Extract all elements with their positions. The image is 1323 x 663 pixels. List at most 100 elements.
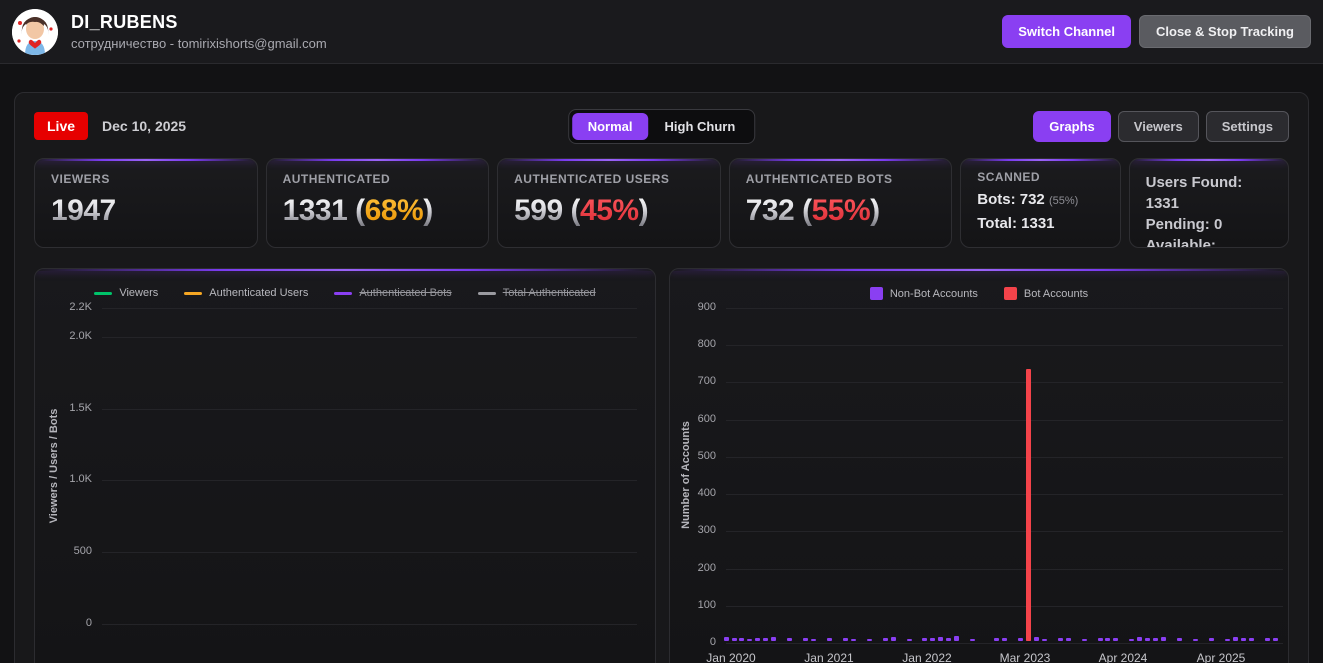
x-axis-tick: Jan 2022 [902, 651, 952, 663]
stat-card: AUTHENTICATED USERS 599 (45%) [497, 158, 721, 248]
quota-lines: Users Found: 1331 Pending: 0 Available: … [1145, 172, 1272, 248]
legend-label: Bot Accounts [1023, 287, 1089, 300]
gridline [726, 531, 1283, 533]
non-bot-bar [755, 637, 761, 641]
non-bot-bar [826, 638, 832, 641]
stat-card-value: 732 (55%) [746, 194, 936, 228]
gridline [102, 336, 637, 338]
non-bot-bar [1129, 638, 1135, 641]
x-axis-tick: Jan 2021 [804, 651, 854, 663]
stat-value-part: ) [638, 194, 649, 227]
non-bot-bar [787, 638, 793, 641]
gridline [726, 382, 1283, 384]
card-glow [1129, 159, 1288, 161]
non-bot-bar [1177, 638, 1183, 641]
stat-card-label: AUTHENTICATED USERS [514, 172, 670, 186]
non-bot-bar [1137, 637, 1143, 641]
x-axis-tick: Mar 2023 [999, 651, 1051, 663]
legend-swatch [94, 291, 113, 295]
legend-swatch [477, 291, 496, 295]
switch-channel-button[interactable]: Switch Channel [1002, 15, 1132, 48]
pending-line: Pending: 0 [1145, 216, 1223, 233]
stat-value-part: ) [870, 194, 880, 227]
quota-card: Users Found: 1331 Pending: 0 Available: … [1128, 158, 1289, 248]
y-axis-tick: 800 [697, 338, 716, 351]
legend-item-non-bot-accounts[interactable]: Non-Bot Accounts [869, 287, 978, 300]
available-label-line: Available: [1145, 237, 1216, 248]
non-bot-bar [1041, 638, 1047, 641]
card-glow [266, 159, 489, 161]
y-axis-tick: 700 [697, 375, 716, 388]
stat-value-part: 1947 [51, 194, 116, 227]
non-bot-bar [1248, 638, 1254, 641]
mode-high-churn-button[interactable]: High Churn [649, 113, 752, 140]
non-bot-bar [1105, 638, 1111, 641]
charts-row: Viewers Authenticated Users Authenticated … [34, 268, 1289, 663]
non-bot-bar [906, 638, 912, 641]
view-switcher: Graphs Viewers Settings [1033, 110, 1289, 142]
legend-item-viewers[interactable]: Viewers [94, 287, 158, 299]
stat-value-part: ) [423, 194, 433, 227]
header-actions: Switch Channel Close & Stop Tracking [1002, 15, 1311, 48]
non-bot-bar [1017, 638, 1023, 641]
non-bot-bar [1224, 638, 1230, 641]
non-bot-bar [731, 638, 737, 641]
bot-bar [1025, 368, 1031, 641]
non-bot-bar [882, 638, 888, 641]
y-axis-tick: 300 [697, 524, 716, 537]
card-glow [729, 159, 952, 161]
legend-label: Viewers [119, 287, 159, 299]
gridline [102, 552, 637, 554]
gridline [726, 643, 1283, 644]
x-axis-tick: Jan 2020 [706, 651, 756, 663]
legend-item-total-authenticated[interactable]: Total Authenticated [477, 287, 596, 299]
legend-item-bot-accounts[interactable]: Bot Accounts [1003, 287, 1089, 300]
close-stop-tracking-button[interactable]: Close & Stop Tracking [1139, 15, 1311, 48]
legend-label: Authenticated Bots [359, 287, 452, 299]
bar-chart-legend: Non-Bot Accounts Bot Accounts [670, 287, 1288, 300]
mode-normal-button[interactable]: Normal [571, 112, 649, 140]
y-axis-tick: 900 [697, 301, 716, 313]
non-bot-bar [747, 638, 753, 641]
stat-card-value: 1331 (68%) [283, 194, 473, 228]
non-bot-bar [1113, 638, 1119, 641]
stat-card-label: VIEWERS [51, 172, 110, 186]
card-glow [35, 159, 257, 161]
gridline [726, 345, 1283, 347]
legend-item-authenticated-users[interactable]: Authenticated Users [184, 287, 308, 299]
non-bot-bar [803, 638, 809, 641]
y-axis-title: Viewers / Users / Bots [48, 408, 60, 524]
card-glow [35, 269, 655, 271]
toolbar: Live Dec 10, 2025 Normal High Churn Graph… [34, 108, 1289, 144]
legend-swatch [334, 291, 353, 295]
avatar-illustration [12, 8, 58, 55]
legend-swatch [1003, 287, 1017, 300]
stats-row: VIEWERS 1947 AUTHENTICATED 1331 (68%) AUTHEN… [34, 158, 1289, 248]
gridline [726, 568, 1283, 570]
y-axis-tick: 2.2K [69, 301, 92, 313]
y-axis-tick: 0 [709, 636, 716, 648]
non-bot-bar [1057, 638, 1063, 641]
viewers-line-chart: Viewers Authenticated Users Authenticated … [34, 268, 656, 663]
view-settings-button[interactable]: Settings [1205, 110, 1289, 142]
non-bot-bar [1240, 638, 1246, 641]
non-bot-bar [739, 638, 745, 641]
y-axis-tick: 500 [697, 449, 716, 462]
gridline [102, 308, 637, 309]
view-graphs-button[interactable]: Graphs [1033, 110, 1111, 142]
channel-info: DI_RUBENS сотрудничество - tomirixishort… [71, 12, 1002, 51]
non-bot-bar [1208, 638, 1214, 641]
scanned-total-line: Total: 1331 [977, 215, 1055, 232]
non-bot-bar [1065, 638, 1071, 641]
tracking-panel: Live Dec 10, 2025 Normal High Churn Graph… [14, 92, 1309, 663]
y-axis-title: Number of Accounts [680, 421, 692, 529]
gridline [102, 480, 637, 482]
view-viewers-button[interactable]: Viewers [1117, 110, 1199, 142]
non-bot-bar [1193, 639, 1198, 641]
stat-card-label: AUTHENTICATED [282, 172, 391, 186]
legend-swatch [184, 291, 203, 295]
stat-card-value: 1947 [51, 194, 241, 228]
scanned-bots-percent: (55%) [1048, 195, 1079, 207]
legend-item-authenticated-bots[interactable]: Authenticated Bots [334, 287, 452, 299]
channel-avatar [12, 8, 58, 55]
